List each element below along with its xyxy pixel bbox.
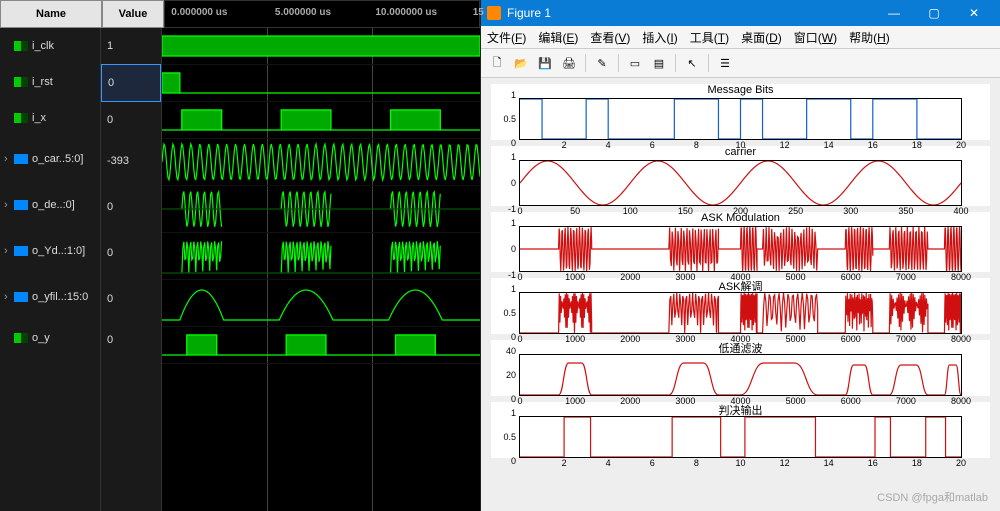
signal-names-column: i_clk i_rst i_x ›o_car..5:0] ›o_de..:0] … <box>0 28 101 511</box>
bus-icon <box>14 246 28 256</box>
expand-icon[interactable]: › <box>4 245 14 257</box>
signal-name: o_Yd..:1:0] <box>32 245 85 257</box>
axes[interactable]: -101050100150200250300350400 <box>519 160 962 206</box>
tick-label: 10.000000 us <box>375 7 437 18</box>
signal-name: o_de..:0] <box>32 199 75 211</box>
menu-item[interactable]: 窗口(W) <box>794 29 837 46</box>
signal-value[interactable]: 0 <box>101 184 161 230</box>
signal-value[interactable]: 0 <box>101 102 161 138</box>
signal-values-column: 1 0 0 -393 0 0 0 0 <box>101 28 162 511</box>
signal-name: i_rst <box>32 76 53 88</box>
axes[interactable]: -101010002000300040005000600070008000 <box>519 226 962 272</box>
bus-icon <box>14 200 28 210</box>
bit-icon <box>14 41 28 51</box>
trace-row[interactable] <box>162 280 480 327</box>
minimize-button[interactable]: — <box>874 0 914 26</box>
trace-row[interactable] <box>162 139 480 186</box>
colorbar-icon[interactable]: ▤ <box>649 53 669 73</box>
axes[interactable]: 00.512468101214161820 <box>519 98 962 140</box>
signal-row[interactable]: › o_Yd..:1:0] <box>0 228 100 274</box>
menu-item[interactable]: 编辑(E) <box>538 29 578 46</box>
databrush-icon[interactable]: ▭ <box>625 53 645 73</box>
menu-item[interactable]: 文件(F) <box>487 29 526 46</box>
bit-icon <box>14 77 28 87</box>
trace-row[interactable] <box>162 233 480 280</box>
legend-icon[interactable]: ☰ <box>715 53 735 73</box>
bus-icon <box>14 292 28 302</box>
signal-value[interactable]: 0 <box>101 276 161 322</box>
edit-plot-icon[interactable]: ✎ <box>592 53 612 73</box>
waveform-viewer: Name Value 0.000000 us 5.000000 us 10.00… <box>0 0 481 511</box>
save-icon[interactable]: 💾 <box>535 53 555 73</box>
signal-row[interactable]: › o_car..5:0] <box>0 136 100 182</box>
subplot[interactable]: 判决输出00.512468101214161820 <box>491 402 990 458</box>
expand-icon[interactable]: › <box>4 291 14 303</box>
signal-value[interactable]: 0 <box>101 230 161 276</box>
signal-name: o_y <box>32 332 50 344</box>
signal-row[interactable]: i_rst <box>0 64 100 100</box>
signal-name: o_yfil..:15:0 <box>32 291 88 303</box>
toolbar: 🗋 📂 💾 🖨 ✎ ▭ ▤ ↖ ☰ <box>481 49 1000 78</box>
signal-name: o_car..5:0] <box>32 153 83 165</box>
axes[interactable]: 00.51010002000300040005000600070008000 <box>519 292 962 334</box>
signal-row[interactable]: o_y <box>0 320 100 356</box>
time-ruler[interactable]: 0.000000 us 5.000000 us 10.000000 us 15 <box>164 0 480 28</box>
menu-item[interactable]: 插入(I) <box>642 29 677 46</box>
tick-label: 0.000000 us <box>171 7 227 18</box>
watermark: CSDN @fpga和matlab <box>877 489 988 505</box>
plot-title: Message Bits <box>491 84 990 98</box>
subplot[interactable]: Message Bits00.512468101214161820 <box>491 84 990 140</box>
bus-icon <box>14 154 28 164</box>
menu-item[interactable]: 查看(V) <box>590 29 630 46</box>
menubar: 文件(F) 编辑(E) 查看(V) 插入(I) 工具(T) 桌面(D) 窗口(W) 帮助(H) <box>481 26 1000 49</box>
subplot[interactable]: carrier-101050100150200250300350400 <box>491 146 990 206</box>
trace-row[interactable] <box>162 186 480 233</box>
window-title: Figure 1 <box>507 6 551 20</box>
signal-name: i_clk <box>32 40 54 52</box>
matlab-figure-window: Figure 1 — ▢ ✕ 文件(F) 编辑(E) 查看(V) 插入(I) 工具(T)… <box>481 0 1000 511</box>
signal-name: i_x <box>32 112 46 124</box>
signal-row[interactable]: i_x <box>0 100 100 136</box>
subplot[interactable]: ASK Modulation-1010100020003000400050006… <box>491 212 990 272</box>
header-name[interactable]: Name <box>0 0 102 28</box>
signal-row[interactable]: › o_yfil..:15:0 <box>0 274 100 320</box>
expand-icon[interactable]: › <box>4 199 14 211</box>
tick-label: 15 <box>473 7 484 18</box>
header-value[interactable]: Value <box>102 0 164 28</box>
print-icon[interactable]: 🖨 <box>559 53 579 73</box>
signal-value[interactable]: -393 <box>101 138 161 184</box>
axes[interactable]: 02040010002000300040005000600070008000 <box>519 354 962 396</box>
cursor-icon[interactable]: ↖ <box>682 53 702 73</box>
trace-row[interactable] <box>162 65 480 102</box>
close-button[interactable]: ✕ <box>954 0 994 26</box>
bit-icon <box>14 113 28 123</box>
subplot[interactable]: ASK解调00.51010002000300040005000600070008… <box>491 278 990 334</box>
menu-item[interactable]: 帮助(H) <box>849 29 890 46</box>
signal-value[interactable]: 0 <box>101 64 161 102</box>
trace-row[interactable] <box>162 102 480 139</box>
titlebar[interactable]: Figure 1 — ▢ ✕ <box>481 0 1000 26</box>
maximize-button[interactable]: ▢ <box>914 0 954 26</box>
figure-area: Message Bits00.512468101214161820carrier… <box>481 78 1000 511</box>
signal-row[interactable]: › o_de..:0] <box>0 182 100 228</box>
axes[interactable]: 00.512468101214161820 <box>519 416 962 458</box>
signal-row[interactable]: i_clk <box>0 28 100 64</box>
matlab-icon <box>487 6 501 20</box>
open-icon[interactable]: 📂 <box>511 53 531 73</box>
menu-item[interactable]: 桌面(D) <box>741 29 782 46</box>
bit-icon <box>14 333 28 343</box>
subplot[interactable]: 低通滤波020400100020003000400050006000700080… <box>491 340 990 396</box>
trace-row[interactable] <box>162 28 480 65</box>
tick-label: 5.000000 us <box>275 7 331 18</box>
trace-row[interactable] <box>162 327 480 364</box>
expand-icon[interactable]: › <box>4 153 14 165</box>
signal-value[interactable]: 0 <box>101 322 161 358</box>
menu-item[interactable]: 工具(T) <box>690 29 729 46</box>
waveform-traces[interactable] <box>162 28 480 511</box>
signal-value[interactable]: 1 <box>101 28 161 64</box>
new-icon[interactable]: 🗋 <box>487 53 507 73</box>
